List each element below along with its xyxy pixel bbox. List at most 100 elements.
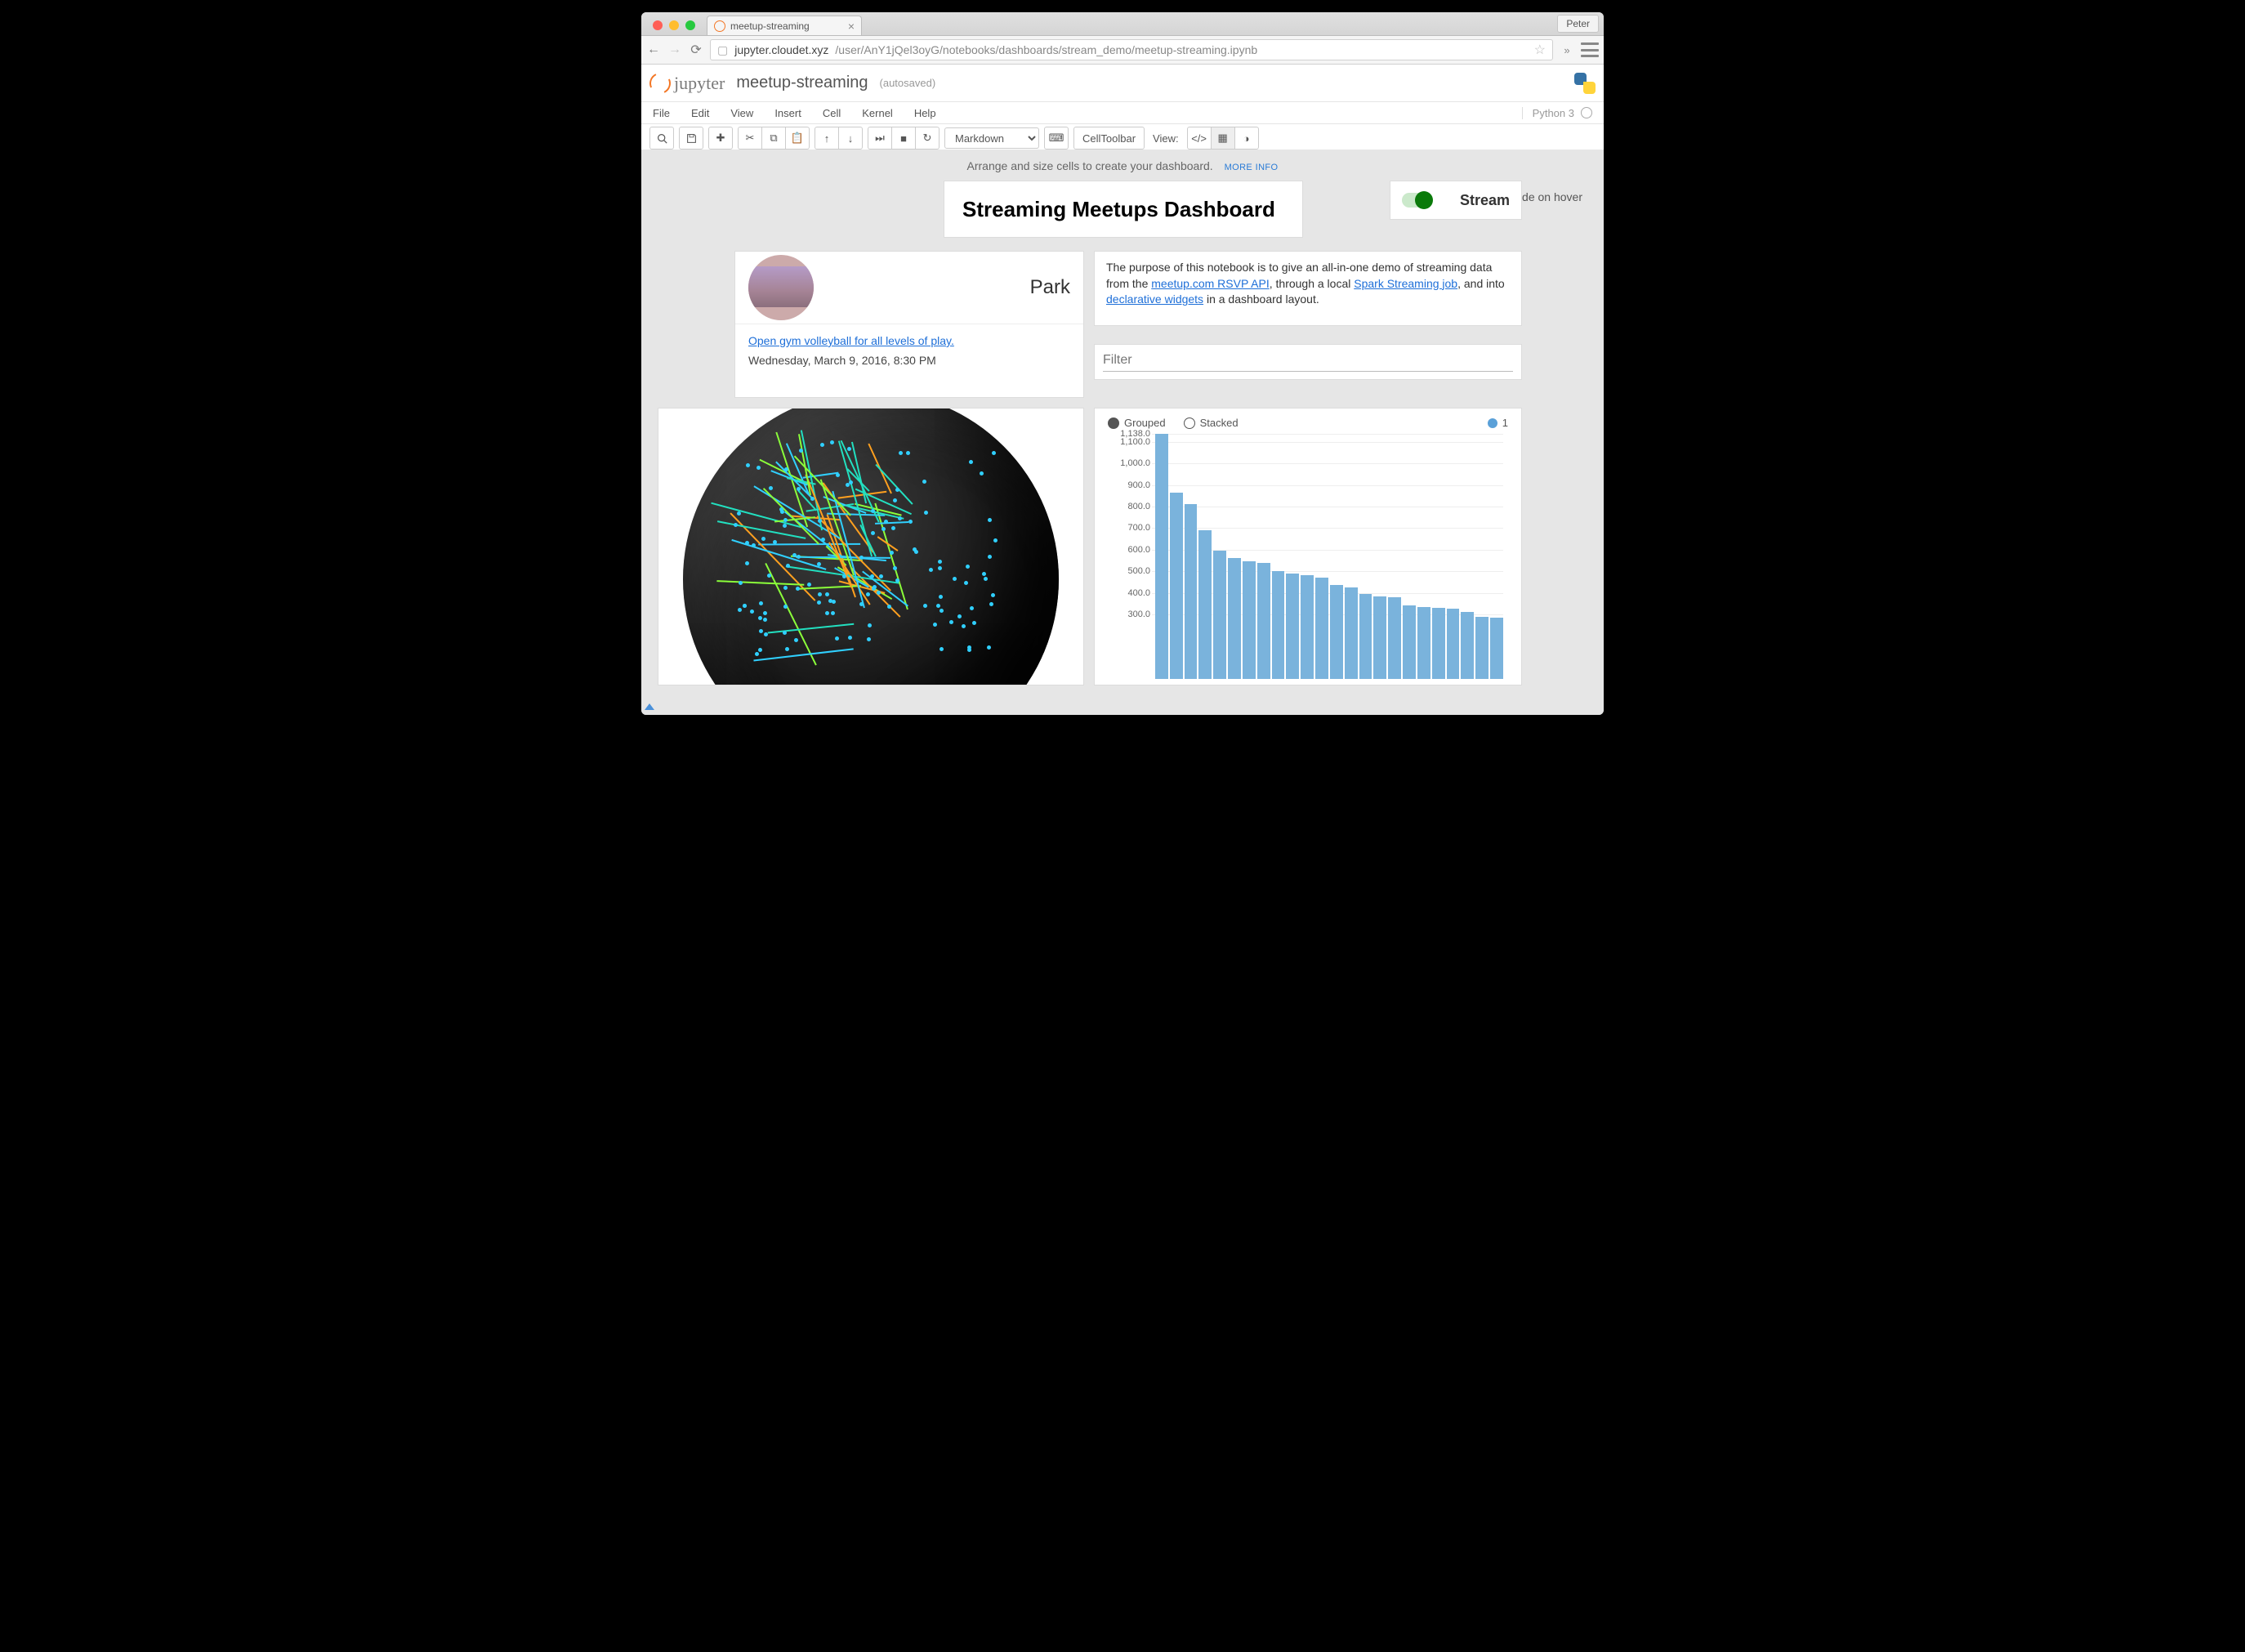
cell-toolbar-button[interactable]: CellToolbar bbox=[1073, 127, 1145, 150]
globe-dot bbox=[989, 602, 993, 606]
restart-icon[interactable]: ↻ bbox=[915, 127, 940, 150]
bar[interactable] bbox=[1213, 551, 1226, 679]
radio-stacked[interactable] bbox=[1184, 417, 1195, 429]
find-replace-icon[interactable] bbox=[649, 127, 674, 150]
bookmark-star-icon[interactable]: ☆ bbox=[1534, 42, 1546, 58]
globe-dot bbox=[908, 520, 913, 524]
bar[interactable] bbox=[1301, 575, 1314, 679]
move-up-icon[interactable]: ↑ bbox=[815, 127, 839, 150]
nav-back-icon[interactable]: ← bbox=[646, 42, 661, 57]
globe-dot bbox=[807, 583, 811, 587]
bar[interactable] bbox=[1257, 563, 1270, 679]
event-datetime: Wednesday, March 9, 2016, 8:30 PM bbox=[735, 350, 1083, 370]
minimize-window-icon[interactable] bbox=[669, 20, 679, 30]
bar[interactable] bbox=[1447, 609, 1460, 679]
globe-dot bbox=[879, 574, 883, 578]
link-spark-streaming[interactable]: Spark Streaming job bbox=[1354, 277, 1457, 290]
close-window-icon[interactable] bbox=[653, 20, 663, 30]
bar[interactable] bbox=[1403, 605, 1416, 679]
more-info-link[interactable]: MORE INFO bbox=[1225, 163, 1279, 172]
menu-help[interactable]: Help bbox=[914, 107, 936, 119]
view-notebook-icon[interactable]: </> bbox=[1187, 127, 1212, 150]
globe-viz[interactable] bbox=[683, 408, 1059, 685]
globe-dot bbox=[797, 487, 801, 491]
bar[interactable] bbox=[1490, 618, 1503, 679]
dashboard-title-card[interactable]: Streaming Meetups Dashboard bbox=[944, 181, 1303, 238]
notebook-name[interactable]: meetup-streaming bbox=[736, 74, 868, 92]
menu-cell[interactable]: Cell bbox=[823, 107, 841, 119]
zoom-window-icon[interactable] bbox=[685, 20, 695, 30]
browser-menu-icon[interactable] bbox=[1581, 42, 1599, 57]
bar[interactable] bbox=[1272, 571, 1285, 679]
menu-view[interactable]: View bbox=[730, 107, 753, 119]
globe-ray bbox=[717, 580, 805, 586]
globe-dot bbox=[953, 577, 957, 581]
run-step-icon[interactable]: ⏭ bbox=[868, 127, 892, 150]
paste-icon[interactable]: 📋 bbox=[785, 127, 810, 150]
bar[interactable] bbox=[1432, 608, 1445, 679]
menu-insert[interactable]: Insert bbox=[774, 107, 801, 119]
event-link[interactable]: Open gym volleyball for all levels of pl… bbox=[735, 324, 1083, 350]
interrupt-icon[interactable]: ■ bbox=[891, 127, 916, 150]
globe-dot bbox=[859, 602, 864, 606]
insert-cell-icon[interactable]: ✚ bbox=[708, 127, 733, 150]
menu-file[interactable]: File bbox=[653, 107, 670, 119]
globe-dot bbox=[783, 631, 787, 635]
bar[interactable] bbox=[1359, 594, 1372, 679]
view-preview-icon[interactable]: ◑ bbox=[1234, 127, 1259, 150]
browser-tab[interactable]: meetup-streaming × bbox=[707, 16, 862, 35]
move-down-icon[interactable]: ↓ bbox=[838, 127, 863, 150]
event-card[interactable]: Park Open gym volleyball for all levels … bbox=[734, 251, 1084, 398]
copy-icon[interactable]: ⧉ bbox=[761, 127, 786, 150]
bar[interactable] bbox=[1475, 617, 1488, 679]
bar[interactable] bbox=[1243, 561, 1256, 679]
extensions-overflow-icon[interactable]: » bbox=[1560, 42, 1574, 57]
url-path: /user/AnY1jQel3oyG/notebooks/dashboards/… bbox=[835, 43, 1257, 56]
legend-series: 1 bbox=[1488, 417, 1508, 429]
bar[interactable] bbox=[1228, 558, 1241, 679]
bar-chart-card[interactable]: Grouped Stacked 1 1,138.01,100.01,000.09… bbox=[1094, 408, 1522, 685]
bar[interactable] bbox=[1185, 504, 1198, 679]
filter-input[interactable] bbox=[1103, 350, 1513, 372]
bar-chart[interactable]: 1,138.01,100.01,000.0900.0800.0700.0600.… bbox=[1108, 434, 1508, 679]
view-layout-icon[interactable]: ▦ bbox=[1211, 127, 1235, 150]
menu-edit[interactable]: Edit bbox=[691, 107, 709, 119]
bar[interactable] bbox=[1286, 574, 1299, 679]
layout-hint: Arrange and size cells to create your da… bbox=[641, 150, 1604, 181]
globe-dot bbox=[868, 623, 872, 627]
jupyter-logo[interactable]: jupyter bbox=[649, 73, 725, 94]
radio-grouped[interactable] bbox=[1108, 417, 1119, 429]
link-meetup-api[interactable]: meetup.com RSVP API bbox=[1151, 277, 1269, 290]
bar[interactable] bbox=[1461, 612, 1474, 679]
site-info-icon[interactable]: ▢ bbox=[717, 43, 728, 57]
bar[interactable] bbox=[1155, 434, 1168, 679]
tab-close-icon[interactable]: × bbox=[848, 20, 855, 33]
bar[interactable] bbox=[1345, 587, 1358, 679]
command-palette-icon[interactable]: ⌨ bbox=[1044, 127, 1069, 150]
link-declarative-widgets[interactable]: declarative widgets bbox=[1106, 292, 1203, 306]
stream-toggle[interactable] bbox=[1402, 193, 1431, 208]
globe-dot bbox=[835, 636, 839, 641]
bar[interactable] bbox=[1315, 578, 1328, 679]
save-icon[interactable] bbox=[679, 127, 703, 150]
menu-kernel[interactable]: Kernel bbox=[862, 107, 893, 119]
globe-ray bbox=[796, 556, 890, 559]
bar[interactable] bbox=[1373, 596, 1386, 679]
globe-dot bbox=[797, 555, 801, 559]
globe-card[interactable] bbox=[658, 408, 1084, 685]
filter-card[interactable] bbox=[1094, 344, 1522, 380]
bar[interactable] bbox=[1330, 585, 1343, 679]
bar[interactable] bbox=[1170, 493, 1183, 679]
nav-reload-icon[interactable]: ⟳ bbox=[689, 42, 703, 57]
cut-icon[interactable]: ✂ bbox=[738, 127, 762, 150]
bar[interactable] bbox=[1388, 597, 1401, 679]
address-bar[interactable]: ▢ jupyter.cloudet.xyz/user/AnY1jQel3oyG/… bbox=[710, 39, 1553, 60]
stream-toggle-card[interactable]: Stream bbox=[1390, 181, 1522, 220]
globe-ray bbox=[820, 480, 855, 576]
browser-profile-chip[interactable]: Peter bbox=[1557, 15, 1599, 33]
description-card[interactable]: The purpose of this notebook is to give … bbox=[1094, 251, 1522, 326]
cell-type-select[interactable]: Markdown bbox=[944, 127, 1039, 149]
bar[interactable] bbox=[1417, 607, 1430, 679]
bar[interactable] bbox=[1198, 530, 1212, 679]
window-controls bbox=[653, 20, 695, 30]
